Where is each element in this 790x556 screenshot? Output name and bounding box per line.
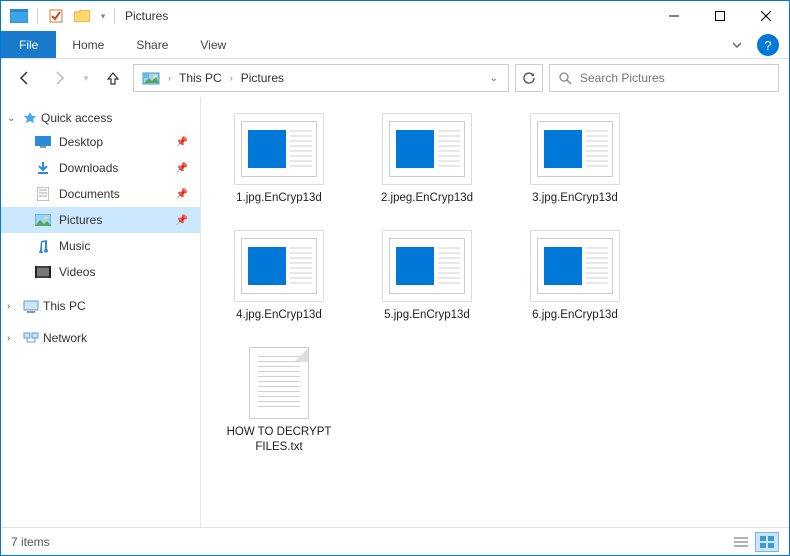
file-tab[interactable]: File: [1, 31, 56, 58]
file-list[interactable]: 1.jpg.EnCryp13d 2.jpeg.EnCryp13d 3.jpg.EnC…: [201, 97, 789, 527]
navigation-bar: ▾ › This PC › Pictures ⌄: [1, 59, 789, 97]
file-name: HOW TO DECRYPT FILES.txt: [221, 425, 337, 455]
file-item[interactable]: 4.jpg.EnCryp13d: [221, 230, 337, 323]
sidebar-quick-access[interactable]: ⌄ Quick access: [1, 107, 200, 129]
file-name: 2.jpeg.EnCryp13d: [381, 191, 473, 206]
thumbnails-view-button[interactable]: [755, 532, 779, 552]
pictures-icon: [35, 212, 51, 228]
app-icon: [7, 5, 31, 27]
music-icon: [35, 238, 51, 254]
divider: [114, 8, 115, 24]
sidebar-item-label: Documents: [59, 187, 120, 201]
chevron-right-icon[interactable]: ›: [168, 73, 171, 83]
up-button[interactable]: [99, 64, 127, 92]
file-thumbnail: [234, 113, 324, 185]
expand-ribbon-icon[interactable]: [721, 31, 753, 58]
search-box[interactable]: [549, 64, 779, 92]
file-name: 5.jpg.EnCryp13d: [384, 308, 470, 323]
item-count: 7 items: [11, 535, 50, 549]
file-name: 4.jpg.EnCryp13d: [236, 308, 322, 323]
documents-icon: [35, 186, 51, 202]
address-dropdown-icon[interactable]: ⌄: [484, 73, 504, 84]
sidebar-network[interactable]: › Network: [1, 327, 200, 349]
sidebar-item-pictures[interactable]: Pictures 📌: [1, 207, 200, 233]
share-tab[interactable]: Share: [120, 31, 184, 58]
breadcrumb-folder[interactable]: Pictures: [237, 71, 288, 85]
properties-icon[interactable]: [44, 5, 68, 27]
file-item[interactable]: HOW TO DECRYPT FILES.txt: [221, 347, 337, 455]
search-icon: [558, 71, 572, 85]
file-item[interactable]: 5.jpg.EnCryp13d: [369, 230, 485, 323]
downloads-icon: [35, 160, 51, 176]
breadcrumb-icon: [138, 71, 164, 85]
sidebar-item-downloads[interactable]: Downloads 📌: [1, 155, 200, 181]
sidebar-item-label: Downloads: [59, 161, 118, 175]
this-pc-icon: [23, 300, 39, 313]
file-name: 6.jpg.EnCryp13d: [532, 308, 618, 323]
details-view-button[interactable]: [729, 532, 753, 552]
file-item[interactable]: 6.jpg.EnCryp13d: [517, 230, 633, 323]
sidebar-item-videos[interactable]: Videos: [1, 259, 200, 285]
file-item[interactable]: 3.jpg.EnCryp13d: [517, 113, 633, 206]
sidebar-network-label: Network: [43, 331, 87, 345]
file-thumbnail: [530, 230, 620, 302]
title-bar: ▾ Pictures: [1, 1, 789, 31]
file-thumbnail: [530, 113, 620, 185]
file-thumbnail: [382, 113, 472, 185]
search-input[interactable]: [580, 71, 770, 85]
pin-icon: 📌: [176, 163, 188, 174]
recent-locations-icon[interactable]: ▾: [79, 64, 93, 92]
network-icon: [23, 332, 39, 345]
sidebar-this-pc[interactable]: › This PC: [1, 295, 200, 317]
file-name: 1.jpg.EnCryp13d: [236, 191, 322, 206]
sidebar-item-label: Videos: [59, 265, 95, 279]
sidebar-quick-access-label: Quick access: [41, 111, 112, 125]
home-tab[interactable]: Home: [56, 31, 120, 58]
sidebar-item-label: Music: [59, 239, 90, 253]
sidebar-item-documents[interactable]: Documents 📌: [1, 181, 200, 207]
file-item[interactable]: 1.jpg.EnCryp13d: [221, 113, 337, 206]
file-name: 3.jpg.EnCryp13d: [532, 191, 618, 206]
pin-icon: 📌: [176, 189, 188, 200]
star-icon: [23, 111, 37, 125]
help-button[interactable]: ?: [757, 34, 779, 56]
file-thumbnail: [382, 230, 472, 302]
breadcrumb-root[interactable]: This PC: [175, 71, 226, 85]
chevron-down-icon[interactable]: ⌄: [7, 113, 19, 124]
qat-dropdown-icon[interactable]: ▾: [96, 5, 110, 27]
file-thumbnail: [234, 347, 324, 419]
maximize-button[interactable]: [697, 1, 743, 31]
close-button[interactable]: [743, 1, 789, 31]
quick-access-toolbar: ▾: [7, 5, 110, 27]
sidebar-item-desktop[interactable]: Desktop 📌: [1, 129, 200, 155]
view-tab[interactable]: View: [184, 31, 242, 58]
back-button[interactable]: [11, 64, 39, 92]
window-controls: [651, 1, 789, 31]
navigation-pane: ⌄ Quick access Desktop 📌 Downloads 📌 Doc…: [1, 97, 201, 527]
status-bar: 7 items: [1, 527, 789, 555]
file-item[interactable]: 2.jpeg.EnCryp13d: [369, 113, 485, 206]
minimize-button[interactable]: [651, 1, 697, 31]
pin-icon: 📌: [176, 137, 188, 148]
pin-icon: 📌: [176, 215, 188, 226]
new-folder-icon[interactable]: [70, 5, 94, 27]
sidebar-this-pc-label: This PC: [43, 299, 86, 313]
chevron-right-icon[interactable]: ›: [230, 73, 233, 83]
chevron-right-icon[interactable]: ›: [7, 333, 19, 344]
file-thumbnail: [234, 230, 324, 302]
forward-button[interactable]: [45, 64, 73, 92]
divider: [37, 8, 38, 24]
sidebar-item-label: Desktop: [59, 135, 103, 149]
window-title: Pictures: [125, 9, 168, 23]
desktop-icon: [35, 134, 51, 150]
videos-icon: [35, 264, 51, 280]
ribbon: File Home Share View ?: [1, 31, 789, 59]
refresh-button[interactable]: [515, 64, 543, 92]
sidebar-item-label: Pictures: [59, 213, 102, 227]
sidebar-item-music[interactable]: Music: [1, 233, 200, 259]
chevron-right-icon[interactable]: ›: [7, 301, 19, 312]
address-bar[interactable]: › This PC › Pictures ⌄: [133, 64, 509, 92]
